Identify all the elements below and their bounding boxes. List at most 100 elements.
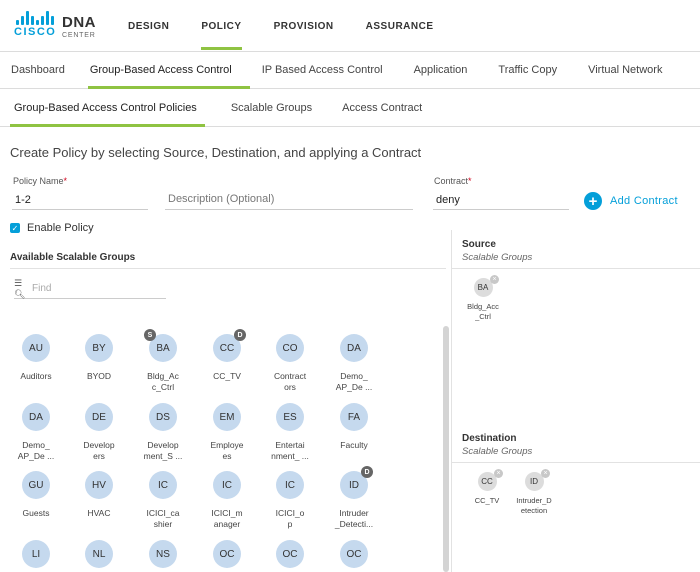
find-box[interactable]: ☰🔍︎: [14, 277, 166, 299]
group-name: Contract ors: [273, 371, 307, 392]
sub-nav-virtual-network[interactable]: Virtual Network: [578, 52, 673, 88]
add-contract-button[interactable]: + Add Contract: [584, 192, 678, 210]
group-name: Guests: [22, 508, 50, 518]
group-avatar: DS: [149, 403, 177, 431]
scalable-group-item[interactable]: IC ICICI_m anager: [195, 471, 259, 530]
group-name: Bldg_Ac c_Ctrl: [147, 371, 179, 392]
group-name: Develop ers: [83, 440, 115, 461]
divider: [452, 462, 700, 463]
divider: [10, 268, 446, 269]
scalable-group-item[interactable]: IC ICICI_ca shier: [131, 471, 195, 530]
scalable-group-item[interactable]: ES Entertai nment_ ...: [258, 403, 322, 462]
description-input[interactable]: [165, 188, 413, 210]
group-avatar: AU: [22, 334, 50, 362]
source-title: Source: [462, 239, 496, 250]
tab-access-contract[interactable]: Access Contract: [328, 89, 438, 126]
sub-nav-ip-based-access-control[interactable]: IP Based Access Control: [252, 52, 404, 88]
sub-nav-group-based-access-control[interactable]: Group-Based Access Control: [86, 52, 252, 89]
source-selected-group[interactable]: BA × Bldg_Acc _Ctrl: [461, 275, 505, 322]
scalable-group-item[interactable]: DS Develop ment_S ...: [131, 403, 195, 462]
group-avatar: GU: [22, 471, 50, 499]
main-nav-provision[interactable]: PROVISION: [258, 0, 350, 52]
sub-nav-traffic-copy[interactable]: Traffic Copy: [488, 52, 578, 88]
policy-sub-nav: Dashboard Group-Based Access Control IP …: [0, 52, 700, 89]
group-avatar: NL: [85, 540, 113, 568]
scalable-group-item[interactable]: LI: [4, 540, 68, 572]
group-avatar: ID D: [340, 466, 373, 499]
group-role-badge: S: [144, 329, 156, 341]
scalable-group-item[interactable]: BY BYOD: [67, 334, 131, 382]
destination-selected-group[interactable]: CC × CC_TV: [465, 469, 509, 506]
group-avatar: IC: [276, 471, 304, 499]
group-name: ICICI_o p: [275, 508, 305, 529]
scalable-group-item[interactable]: EM Employe es: [195, 403, 259, 462]
contract-label: Contract*: [434, 176, 472, 186]
scalable-group-item[interactable]: BA S Bldg_Ac c_Ctrl: [131, 329, 195, 393]
group-name: Develop ment_S ...: [143, 440, 183, 461]
scalable-group-item[interactable]: DA Demo_ AP_De ...: [322, 334, 386, 393]
groups-scrollbar[interactable]: [443, 326, 449, 572]
main-nav-assurance[interactable]: ASSURANCE: [350, 0, 450, 52]
scalable-group-item[interactable]: CC D CC_TV: [195, 329, 259, 382]
scalable-group-item[interactable]: NS: [131, 540, 195, 572]
product-name: DNA: [62, 14, 96, 31]
remove-icon[interactable]: ×: [541, 469, 550, 478]
scalable-group-item[interactable]: IC ICICI_o p: [258, 471, 322, 530]
cisco-wordmark: CISCO: [14, 26, 57, 38]
destination-title: Destination: [462, 433, 517, 444]
group-avatar: NS: [149, 540, 177, 568]
contract-input[interactable]: [433, 190, 569, 210]
group-name: Employe es: [210, 440, 244, 461]
group-name: BYOD: [86, 371, 112, 381]
scalable-group-item[interactable]: OC: [195, 540, 259, 572]
scalable-group-item[interactable]: NL: [67, 540, 131, 572]
enable-policy-toggle[interactable]: ✓ Enable Policy: [10, 222, 94, 234]
page-heading: Create Policy by selecting Source, Desti…: [10, 145, 422, 160]
group-name: Auditors: [20, 371, 52, 381]
scalable-group-item[interactable]: CO Contract ors: [258, 334, 322, 393]
scalable-group-item[interactable]: FA Faculty: [322, 403, 386, 451]
group-role-badge: D: [361, 466, 373, 478]
filter-search-icon: ☰🔍︎: [14, 277, 26, 299]
scalable-group-item[interactable]: DE Develop ers: [67, 403, 131, 462]
cisco-bars-icon: [16, 11, 56, 25]
add-contract-label: Add Contract: [610, 195, 678, 207]
remove-icon[interactable]: ×: [494, 469, 503, 478]
cisco-dna-logo[interactable]: CISCO DNA CENTER: [14, 11, 100, 41]
tab-gbac-policies[interactable]: Group-Based Access Control Policies: [0, 89, 213, 127]
scalable-group-item[interactable]: HV HVAC: [67, 471, 131, 519]
group-avatar: OC: [340, 540, 368, 568]
source-panel: Source Scalable Groups BA × Bldg_Acc _Ctrl: [451, 230, 700, 430]
main-nav-design[interactable]: DESIGN: [112, 0, 185, 52]
group-name: HVAC: [87, 508, 111, 518]
group-avatar: DA: [22, 403, 50, 431]
scalable-group-item[interactable]: ID D Intruder _Detecti...: [322, 466, 386, 530]
group-avatar: BY: [85, 334, 113, 362]
group-avatar: DE: [85, 403, 113, 431]
sub-nav-dashboard[interactable]: Dashboard: [0, 52, 86, 88]
tab-scalable-groups[interactable]: Scalable Groups: [213, 89, 328, 126]
scalable-group-item[interactable]: AU Auditors: [4, 334, 68, 382]
group-avatar: IC: [149, 471, 177, 499]
scalable-group-item[interactable]: GU Guests: [4, 471, 68, 519]
group-name: ICICI_ca shier: [146, 508, 180, 529]
group-name: Demo_ AP_De ...: [335, 371, 373, 392]
enable-policy-checkbox[interactable]: ✓: [10, 223, 20, 233]
group-name: Demo_ AP_De ...: [17, 440, 55, 461]
scalable-group-item[interactable]: DA Demo_ AP_De ...: [4, 403, 68, 462]
remove-icon[interactable]: ×: [490, 275, 499, 284]
policy-name-input[interactable]: [12, 190, 148, 210]
group-name: Intruder_D etection: [516, 496, 552, 515]
destination-selected-group[interactable]: ID × Intruder_D etection: [512, 469, 556, 516]
find-input[interactable]: [32, 283, 152, 294]
available-groups-title: Available Scalable Groups: [10, 252, 136, 263]
sub-nav-application[interactable]: Application: [404, 52, 489, 88]
scalable-group-item[interactable]: OC: [322, 540, 386, 572]
scalable-group-item[interactable]: OC: [258, 540, 322, 572]
main-nav-policy[interactable]: POLICY: [185, 0, 257, 52]
group-avatar: CO: [276, 334, 304, 362]
destination-subtitle: Scalable Groups: [462, 446, 533, 457]
group-role-badge: D: [234, 329, 246, 341]
policy-name-label: Policy Name*: [13, 176, 68, 186]
group-name: Entertai nment_ ...: [271, 440, 309, 461]
